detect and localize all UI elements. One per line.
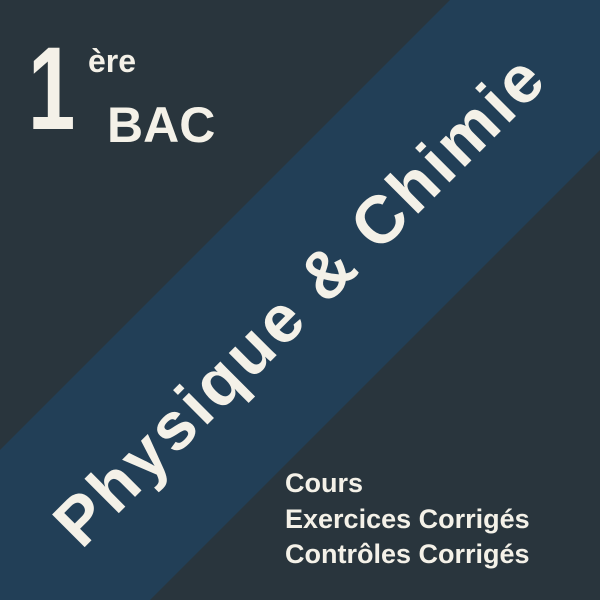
level-superscript: ère bbox=[88, 43, 137, 79]
contents-item-cours: Cours bbox=[285, 468, 364, 498]
course-cover: 1 ère BAC Physique & Chimie Cours Exerci… bbox=[0, 0, 600, 600]
level-bac-label: BAC bbox=[107, 97, 216, 153]
level-number: 1 bbox=[28, 23, 75, 155]
contents-item-exercices: Exercices Corrigés bbox=[285, 503, 530, 534]
contents-item-controles: Contrôles Corrigés bbox=[285, 539, 530, 569]
contents-list: Cours Exercices Corrigés Contrôles Corri… bbox=[285, 466, 530, 573]
